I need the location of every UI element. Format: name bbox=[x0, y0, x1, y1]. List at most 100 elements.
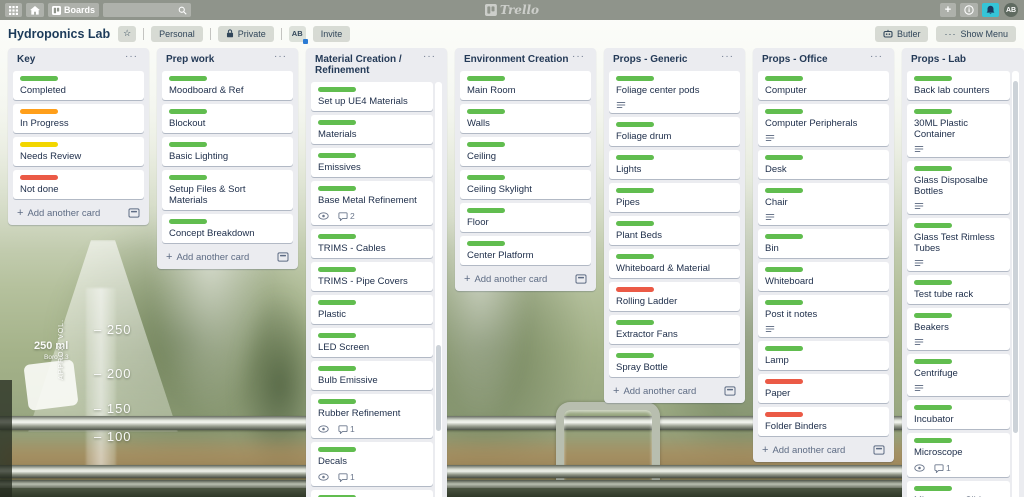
card[interactable]: Glass Disposalbe Bottles bbox=[907, 161, 1010, 214]
add-card-button[interactable]: + Add another card bbox=[162, 247, 293, 265]
card[interactable]: Rolling Ladder bbox=[609, 282, 740, 311]
card[interactable]: Whiteboard & Material bbox=[609, 249, 740, 278]
create-plus-button[interactable]: + bbox=[940, 3, 956, 17]
card[interactable]: Decals 1 bbox=[311, 442, 433, 486]
card[interactable]: Emissives bbox=[311, 148, 433, 177]
card[interactable]: Rubber Refinement 1 bbox=[311, 394, 433, 438]
list-scrollbar[interactable] bbox=[1012, 71, 1019, 497]
user-avatar[interactable]: AB bbox=[1004, 3, 1018, 17]
list-menu-button[interactable]: ··· bbox=[272, 52, 289, 62]
card[interactable]: TRIMS - Cables bbox=[311, 229, 433, 258]
card[interactable]: Moodboard & Ref bbox=[162, 71, 293, 100]
card[interactable]: Microscope Slides - Singular, stacked & … bbox=[907, 481, 1010, 497]
card[interactable]: Post it notes bbox=[758, 295, 889, 337]
card[interactable]: Plant Beds bbox=[609, 216, 740, 245]
card[interactable]: In Progress bbox=[13, 104, 144, 133]
show-menu-button[interactable]: ··· Show Menu bbox=[936, 25, 1016, 42]
card[interactable]: Concept Breakdown bbox=[162, 214, 293, 243]
card[interactable]: Walls bbox=[460, 104, 591, 133]
notifications-bell-button[interactable] bbox=[982, 3, 999, 17]
card[interactable]: Beakers bbox=[907, 308, 1010, 350]
card[interactable]: Bin bbox=[758, 229, 889, 258]
card[interactable]: Setup Files & Sort Materials bbox=[162, 170, 293, 210]
card[interactable]: Needs Review bbox=[13, 137, 144, 166]
invite-button[interactable]: Invite bbox=[312, 25, 351, 42]
add-card-button[interactable]: + Add another card bbox=[13, 203, 144, 221]
card[interactable]: Plastic bbox=[311, 295, 433, 324]
card[interactable]: Completed bbox=[13, 71, 144, 100]
boards-button[interactable]: Boards bbox=[48, 3, 100, 17]
card[interactable]: Painted Metal Refinement1 bbox=[311, 490, 433, 497]
card[interactable]: TRIMS - Pipe Covers bbox=[311, 262, 433, 291]
card[interactable]: Floor bbox=[460, 203, 591, 232]
card-template-button[interactable] bbox=[575, 274, 587, 284]
list-title[interactable]: Props - Lab bbox=[911, 54, 1015, 65]
list-title[interactable]: Prep work bbox=[166, 54, 272, 65]
card[interactable]: Center Platform bbox=[460, 236, 591, 265]
card[interactable]: 30ML Plastic Container bbox=[907, 104, 1010, 157]
card[interactable]: Materials bbox=[311, 115, 433, 144]
card[interactable]: Lamp bbox=[758, 341, 889, 370]
card[interactable]: Desk bbox=[758, 150, 889, 179]
list-menu-button[interactable]: ··· bbox=[719, 52, 736, 62]
board-title[interactable]: Hydroponics Lab bbox=[8, 27, 110, 41]
list-title[interactable]: Key bbox=[17, 54, 123, 65]
list-scrollbar-thumb[interactable] bbox=[1013, 80, 1018, 433]
card[interactable]: Computer Peripherals bbox=[758, 104, 889, 146]
card[interactable]: Chair bbox=[758, 183, 889, 225]
home-button[interactable] bbox=[26, 3, 44, 17]
apps-grid-button[interactable] bbox=[5, 3, 22, 17]
card[interactable]: Test tube rack bbox=[907, 275, 1010, 304]
search-box[interactable] bbox=[103, 3, 192, 17]
list-title[interactable]: Environment Creation bbox=[464, 54, 570, 65]
card[interactable]: Incubator bbox=[907, 400, 1010, 429]
card[interactable]: Glass Test Rimless Tubes bbox=[907, 218, 1010, 271]
card[interactable]: Paper bbox=[758, 374, 889, 403]
card-template-button[interactable] bbox=[873, 445, 885, 455]
card[interactable]: Whiteboard bbox=[758, 262, 889, 291]
card[interactable]: Extractor Fans bbox=[609, 315, 740, 344]
card[interactable]: Foliage center pods bbox=[609, 71, 740, 113]
list-menu-button[interactable]: ··· bbox=[868, 52, 885, 62]
search-input[interactable] bbox=[107, 5, 179, 15]
card[interactable]: Main Room bbox=[460, 71, 591, 100]
trello-logo[interactable]: Trello bbox=[484, 0, 539, 20]
card[interactable]: Pipes bbox=[609, 183, 740, 212]
list-scrollbar[interactable] bbox=[435, 82, 442, 497]
card[interactable]: Base Metal Refinement 2 bbox=[311, 181, 433, 225]
list-menu-button[interactable]: ··· bbox=[421, 52, 438, 62]
star-board-button[interactable]: ☆ bbox=[118, 25, 137, 42]
info-button[interactable] bbox=[960, 3, 978, 17]
card[interactable]: Bulb Emissive bbox=[311, 361, 433, 390]
card[interactable]: Computer bbox=[758, 71, 889, 100]
butler-button[interactable]: Butler bbox=[874, 25, 929, 42]
card-template-button[interactable] bbox=[724, 386, 736, 396]
list-scrollbar-thumb[interactable] bbox=[436, 344, 441, 431]
card[interactable]: Centrifuge bbox=[907, 354, 1010, 396]
list-menu-button[interactable]: ··· bbox=[123, 52, 140, 62]
visibility-button[interactable]: Private bbox=[217, 25, 274, 42]
card[interactable]: Basic Lighting bbox=[162, 137, 293, 166]
card[interactable]: Ceiling bbox=[460, 137, 591, 166]
card[interactable]: Microscope 1 bbox=[907, 433, 1010, 477]
add-card-button[interactable]: + Add another card bbox=[609, 381, 740, 399]
board-member-avatar[interactable]: AB bbox=[288, 25, 308, 44]
card[interactable]: Lights bbox=[609, 150, 740, 179]
add-card-button[interactable]: + Add another card bbox=[758, 440, 889, 458]
card[interactable]: Foliage drum bbox=[609, 117, 740, 146]
card-template-button[interactable] bbox=[128, 208, 140, 218]
card[interactable]: LED Screen bbox=[311, 328, 433, 357]
list-title[interactable]: Props - Generic bbox=[613, 54, 719, 65]
card-template-button[interactable] bbox=[277, 252, 289, 262]
card[interactable]: Folder Binders bbox=[758, 407, 889, 436]
card[interactable]: Set up UE4 Materials bbox=[311, 82, 433, 111]
card[interactable]: Blockout bbox=[162, 104, 293, 133]
card[interactable]: Spray Bottle bbox=[609, 348, 740, 377]
list-menu-button[interactable]: ··· bbox=[570, 52, 587, 62]
card[interactable]: Not done bbox=[13, 170, 144, 199]
card[interactable]: Ceiling Skylight bbox=[460, 170, 591, 199]
list-title[interactable]: Material Creation / Refinement bbox=[315, 54, 421, 76]
list-title[interactable]: Props - Office bbox=[762, 54, 868, 65]
card[interactable]: Back lab counters bbox=[907, 71, 1010, 100]
add-card-button[interactable]: + Add another card bbox=[460, 269, 591, 287]
